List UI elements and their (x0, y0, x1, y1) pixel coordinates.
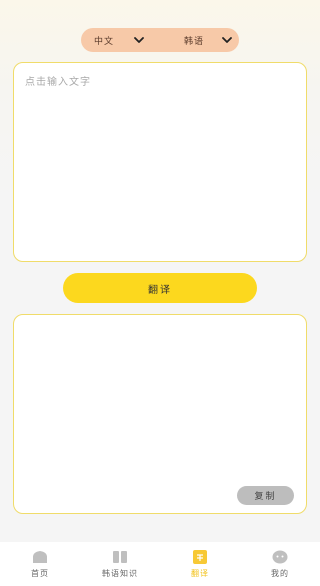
translate-button[interactable]: 翻译 (63, 273, 257, 303)
copy-button[interactable]: 复制 (237, 486, 294, 505)
translate-icon (192, 550, 208, 564)
tab-home[interactable]: 首页 (0, 542, 80, 586)
chevron-down-icon (134, 36, 144, 44)
tab-profile[interactable]: 我的 (240, 542, 320, 586)
source-text-input[interactable] (25, 73, 295, 251)
target-language-select[interactable]: 韩语 (184, 28, 232, 52)
translate-button-label: 翻译 (148, 284, 172, 296)
bottom-tab-bar: 首页 韩语知识 翻译 我的 (0, 542, 320, 586)
chevron-down-icon (222, 36, 232, 44)
tab-translate-label: 翻译 (191, 569, 209, 578)
source-language-select[interactable]: 中文 (94, 28, 144, 52)
copy-button-label: 复制 (254, 492, 277, 502)
tab-korean-knowledge[interactable]: 韩语知识 (80, 542, 160, 586)
home-icon (32, 550, 48, 564)
language-selector-bar: 中文 韩语 (81, 28, 239, 52)
tab-korean-knowledge-label: 韩语知识 (102, 569, 138, 578)
translation-result-box: 复制 (13, 314, 307, 514)
tab-home-label: 首页 (31, 569, 49, 578)
tab-translate[interactable]: 翻译 (160, 542, 240, 586)
tab-profile-label: 我的 (271, 569, 289, 578)
profile-icon (272, 550, 288, 564)
source-language-label: 中文 (94, 36, 115, 47)
target-language-label: 韩语 (184, 36, 205, 47)
source-text-box (13, 62, 307, 262)
book-icon (112, 550, 128, 564)
